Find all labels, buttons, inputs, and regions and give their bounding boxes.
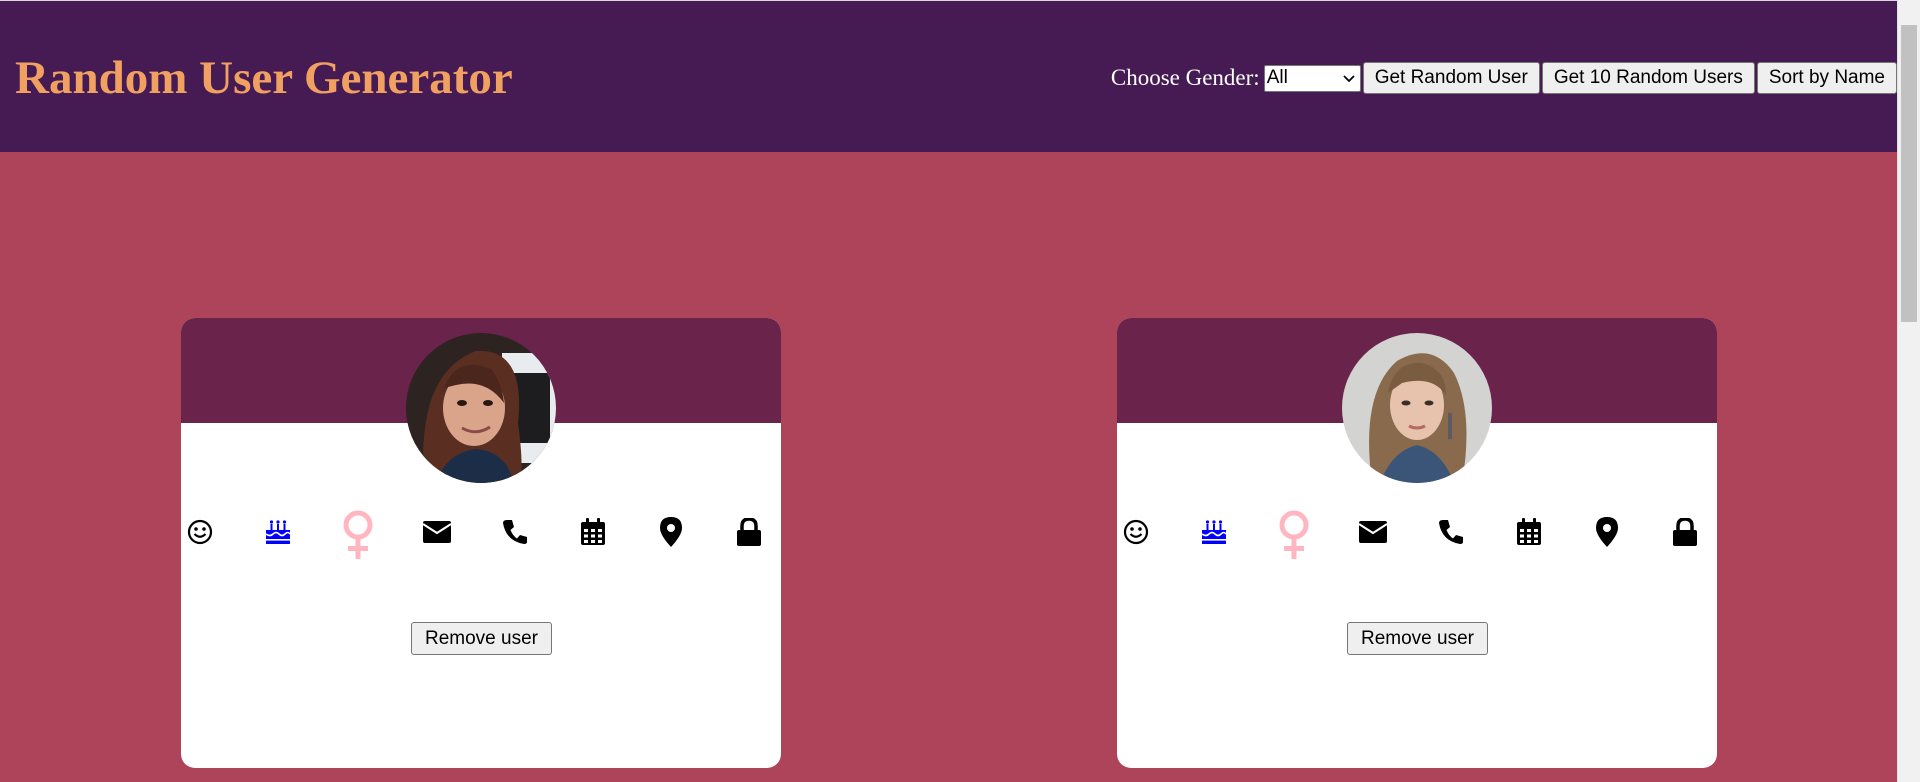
remove-user-button[interactable]: Remove user: [1347, 622, 1488, 655]
female-gender-icon[interactable]: [336, 508, 380, 564]
lock-icon[interactable]: [1663, 510, 1707, 554]
female-gender-icon[interactable]: [1272, 508, 1316, 564]
chevron-down-icon: [1343, 70, 1355, 86]
map-marker-icon[interactable]: [649, 510, 693, 554]
envelope-icon[interactable]: [1351, 510, 1395, 554]
app-title: Random User Generator: [15, 52, 513, 104]
smile-icon[interactable]: [1117, 510, 1158, 554]
scrollbar-thumb[interactable]: [1901, 25, 1917, 322]
user-card: Remove user: [181, 318, 781, 768]
birthday-cake-icon[interactable]: [1192, 510, 1236, 554]
remove-user-button[interactable]: Remove user: [411, 622, 552, 655]
avatar: [1342, 333, 1492, 483]
phone-icon[interactable]: [1429, 510, 1473, 554]
phone-icon[interactable]: [493, 510, 537, 554]
avatar: [406, 333, 556, 483]
gender-select[interactable]: All: [1263, 64, 1361, 92]
app-header: Random User Generator Choose Gender: All…: [0, 0, 1897, 152]
map-marker-icon[interactable]: [1585, 510, 1629, 554]
get-random-user-button[interactable]: Get Random User: [1362, 62, 1540, 94]
vertical-scrollbar[interactable]: [1897, 0, 1920, 782]
calendar-icon[interactable]: [1507, 510, 1551, 554]
header-controls: Choose Gender: All Get Random User Get 1…: [1111, 62, 1897, 94]
envelope-icon[interactable]: [415, 510, 459, 554]
sort-by-name-button[interactable]: Sort by Name: [1756, 62, 1897, 94]
gender-select-value: All: [1266, 67, 1288, 88]
get-10-random-users-button[interactable]: Get 10 Random Users: [1541, 62, 1755, 94]
user-card: Remove user: [1117, 318, 1717, 768]
smile-icon[interactable]: [181, 510, 222, 554]
birthday-cake-icon[interactable]: [256, 510, 300, 554]
info-icon-row: [1117, 510, 1717, 580]
calendar-icon[interactable]: [571, 510, 615, 554]
gender-label: Choose Gender:: [1110, 65, 1260, 90]
lock-icon[interactable]: [727, 510, 771, 554]
info-icon-row: [181, 510, 781, 580]
page: Random User Generator Choose Gender: All…: [0, 0, 1920, 782]
